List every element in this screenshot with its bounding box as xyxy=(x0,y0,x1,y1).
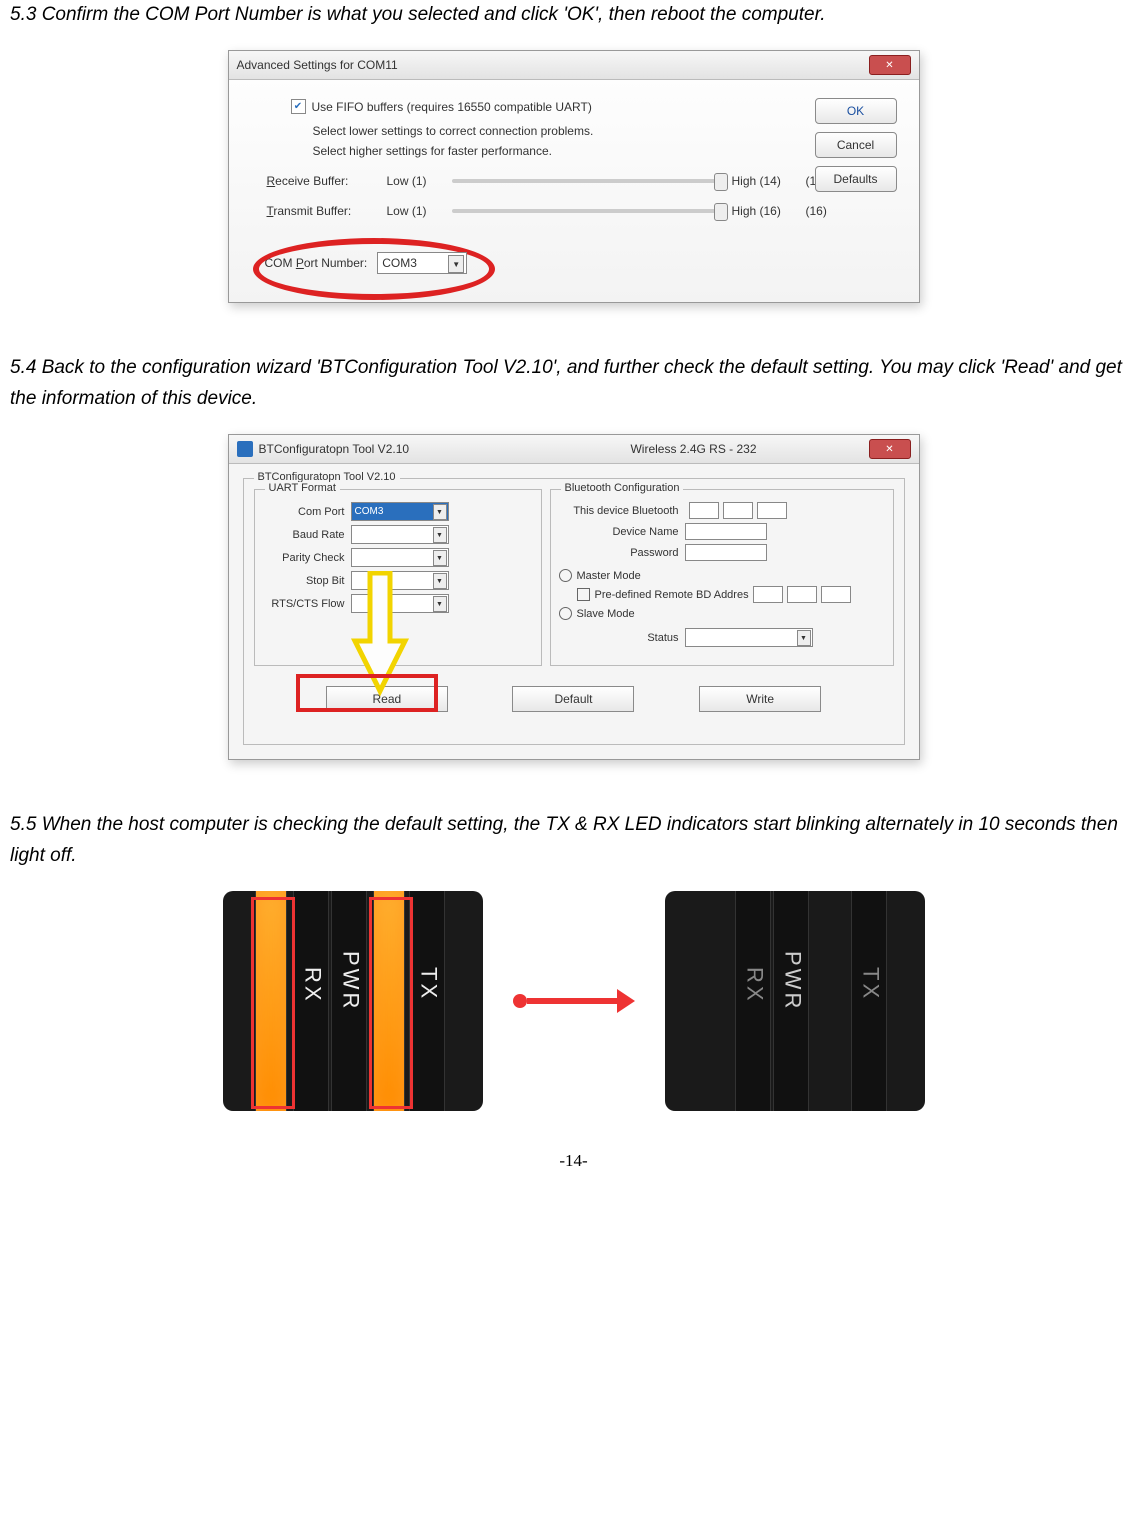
write-button[interactable]: Write xyxy=(699,686,821,712)
advanced-settings-dialog: Advanced Settings for COM11 ✕ OK Cancel … xyxy=(228,50,920,303)
device-photo-off: RX PWR TX xyxy=(665,891,925,1111)
chevron-down-icon: ▼ xyxy=(433,550,447,566)
chevron-down-icon: ▼ xyxy=(433,504,447,520)
receive-buffer-label: Receive Buffer: xyxy=(267,174,387,188)
com-port-select-2[interactable]: COM3▼ xyxy=(351,502,449,521)
remote-addr-1[interactable] xyxy=(753,586,783,603)
bt-addr-1[interactable] xyxy=(689,502,719,519)
close-icon[interactable]: ✕ xyxy=(869,439,911,459)
step-5-4-text: 5.4 Back to the configuration wizard 'BT… xyxy=(10,353,1137,414)
receive-low-label: Low (1) xyxy=(387,174,442,188)
this-device-label: This device Bluetooth xyxy=(559,505,679,517)
status-select[interactable]: ▼ xyxy=(685,628,813,647)
stop-label: Stop Bit xyxy=(263,575,345,587)
bt-addr-3[interactable] xyxy=(757,502,787,519)
predef-label: Pre-defined Remote BD Addres xyxy=(595,589,749,601)
transmit-value: (16) xyxy=(806,204,827,218)
master-radio[interactable] xyxy=(559,569,572,582)
predef-checkbox[interactable] xyxy=(577,588,590,601)
remote-addr-2[interactable] xyxy=(787,586,817,603)
slave-radio[interactable] xyxy=(559,607,572,620)
step-5-5-text: 5.5 When the host computer is checking t… xyxy=(10,810,1137,871)
fifo-checkbox[interactable]: ✔ xyxy=(291,99,306,114)
baud-select[interactable]: ▼ xyxy=(351,525,449,544)
stop-select[interactable]: ▼ xyxy=(351,571,449,590)
btconfig-window: BTConfiguratopn Tool V2.10 Wireless 2.4G… xyxy=(228,434,920,760)
device-name-label: Device Name xyxy=(559,526,679,538)
flow-label: RTS/CTS Flow xyxy=(263,598,345,610)
master-label: Master Mode xyxy=(577,570,641,582)
transmit-high-label: High (16) xyxy=(732,204,792,218)
com-port-number-label: COM Port Number: xyxy=(265,256,368,270)
password-input[interactable] xyxy=(685,544,767,561)
password-label: Password xyxy=(559,547,679,559)
step-5-3-text: 5.3 Confirm the COM Port Number is what … xyxy=(10,0,1137,30)
chevron-down-icon: ▼ xyxy=(797,630,811,646)
com-port-label: Com Port xyxy=(263,506,345,518)
cancel-button[interactable]: Cancel xyxy=(815,132,897,158)
chevron-down-icon: ▼ xyxy=(433,573,447,589)
close-icon[interactable]: ✕ xyxy=(869,55,911,75)
app-subtitle: Wireless 2.4G RS - 232 xyxy=(519,442,869,456)
transmit-low-label: Low (1) xyxy=(387,204,442,218)
parity-label: Parity Check xyxy=(263,552,345,564)
bt-legend: Bluetooth Configuration xyxy=(561,482,684,494)
status-label: Status xyxy=(559,632,679,644)
ok-button[interactable]: OK xyxy=(815,98,897,124)
chevron-down-icon: ▼ xyxy=(433,596,447,612)
device-name-input[interactable] xyxy=(685,523,767,540)
defaults-button[interactable]: Defaults xyxy=(815,166,897,192)
arrow-right-icon xyxy=(513,989,635,1013)
flow-select[interactable]: ▼ xyxy=(351,594,449,613)
uart-legend: UART Format xyxy=(265,482,340,494)
transmit-slider[interactable] xyxy=(452,209,722,213)
transmit-buffer-label: Transmit Buffer: xyxy=(267,204,387,218)
baud-label: Baud Rate xyxy=(263,529,345,541)
page-number: -14- xyxy=(10,1151,1137,1171)
bt-addr-2[interactable] xyxy=(723,502,753,519)
remote-addr-3[interactable] xyxy=(821,586,851,603)
app-title: BTConfiguratopn Tool V2.10 xyxy=(259,442,519,456)
dialog-title: Advanced Settings for COM11 xyxy=(237,58,869,72)
receive-slider[interactable] xyxy=(452,179,722,183)
device-photo-on: RX PWR TX xyxy=(223,891,483,1111)
fifo-label: Use FIFO buffers (requires 16550 compati… xyxy=(312,100,592,114)
read-button[interactable]: Read xyxy=(326,686,448,712)
app-icon xyxy=(237,441,253,457)
chevron-down-icon: ▼ xyxy=(433,527,447,543)
parity-select[interactable]: ▼ xyxy=(351,548,449,567)
hint-1: Select lower settings to correct connect… xyxy=(313,124,897,138)
hint-2: Select higher settings for faster perfor… xyxy=(313,144,897,158)
chevron-down-icon: ▼ xyxy=(448,255,464,273)
slave-label: Slave Mode xyxy=(577,608,635,620)
com-port-select[interactable]: COM3 ▼ xyxy=(377,252,467,274)
default-button[interactable]: Default xyxy=(512,686,634,712)
receive-high-label: High (14) xyxy=(732,174,792,188)
